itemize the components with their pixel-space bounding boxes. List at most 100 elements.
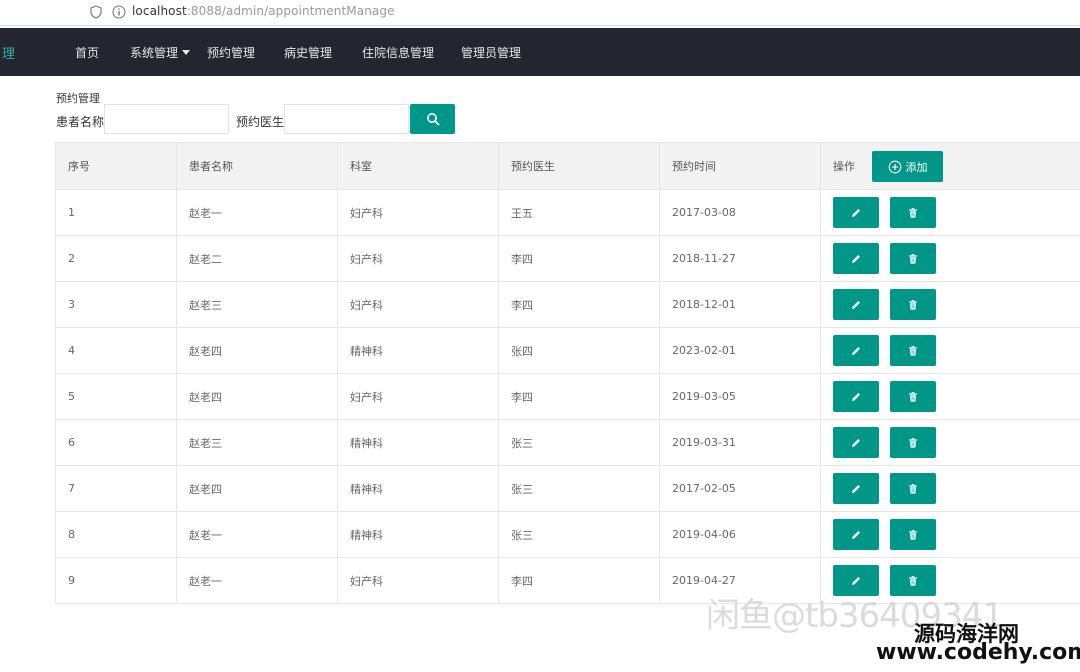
- cell-time: 2018-12-01: [659, 281, 821, 328]
- cell-doctor: 李四: [498, 235, 660, 282]
- cell-department: 精神科: [337, 327, 499, 374]
- nav-item-admin[interactable]: 管理员管理: [461, 44, 521, 61]
- edit-button[interactable]: [833, 243, 879, 274]
- caret-down-icon: [182, 50, 191, 55]
- delete-button[interactable]: [890, 381, 936, 412]
- cell-index: 7: [55, 465, 177, 512]
- delete-button[interactable]: [890, 427, 936, 458]
- table-body: 1 赵老一 妇产科 王五 2017-03-08 2 赵老二 妇产科 李四 2018-11-27 3 赵…: [55, 189, 1080, 604]
- cell-patient: 赵老一: [176, 557, 338, 604]
- cell-operations: [820, 373, 1080, 420]
- trash-icon: [909, 437, 917, 448]
- cell-doctor: 王五: [498, 189, 660, 236]
- pencil-icon: [852, 300, 860, 309]
- cell-doctor: 李四: [498, 281, 660, 328]
- cell-time: 2023-02-01: [659, 327, 821, 374]
- cell-index: 4: [55, 327, 177, 374]
- delete-button[interactable]: [890, 473, 936, 504]
- cell-doctor: 张三: [498, 511, 660, 558]
- delete-button[interactable]: [890, 197, 936, 228]
- cell-operations: [820, 235, 1080, 282]
- shield-icon: [90, 5, 102, 19]
- header-operations: 操作 添加: [820, 142, 1080, 190]
- cell-doctor: 张四: [498, 327, 660, 374]
- trash-icon: [909, 391, 917, 402]
- cell-operations: [820, 511, 1080, 558]
- doctor-name-input[interactable]: [284, 104, 409, 134]
- header-operations-label: 操作: [833, 160, 855, 173]
- search-icon: [426, 113, 439, 126]
- patient-name-input[interactable]: [104, 104, 229, 134]
- cell-department: 精神科: [337, 465, 499, 512]
- patient-name-label: 患者名称: [56, 115, 105, 129]
- browser-url-bar[interactable]: localhost:8088/admin/appointmentManage: [0, 0, 1080, 26]
- delete-button[interactable]: [890, 289, 936, 320]
- cell-time: 2019-04-06: [659, 511, 821, 558]
- cell-patient: 赵老四: [176, 373, 338, 420]
- add-button-label: 添加: [905, 160, 928, 174]
- trash-icon: [909, 299, 917, 310]
- delete-button[interactable]: [890, 243, 936, 274]
- cell-index: 3: [55, 281, 177, 328]
- url-text[interactable]: localhost:8088/admin/appointmentManage: [132, 4, 395, 18]
- trash-icon: [909, 253, 917, 264]
- nav-item-system[interactable]: 系统管理: [130, 44, 191, 61]
- cell-department: 妇产科: [337, 235, 499, 282]
- table-row: 6 赵老三 精神科 张三 2019-03-31: [55, 419, 1080, 466]
- nav-item-home[interactable]: 首页: [75, 44, 99, 61]
- nav-item-system-label: 系统管理: [130, 46, 179, 60]
- edit-button[interactable]: [833, 335, 879, 366]
- search-button[interactable]: [410, 104, 455, 134]
- cell-patient: 赵老三: [176, 281, 338, 328]
- cell-department: 精神科: [337, 511, 499, 558]
- pencil-icon: [852, 438, 860, 447]
- cell-operations: [820, 465, 1080, 512]
- doctor-name-label: 预约医生: [236, 115, 285, 129]
- table-row: 2 赵老二 妇产科 李四 2018-11-27: [55, 235, 1080, 282]
- trash-icon: [909, 483, 917, 494]
- cell-department: 妇产科: [337, 557, 499, 604]
- appointment-table: 序号 患者名称 科室 预约医生 预约时间 操作 添加 1 赵老一 妇产科 王五 …: [55, 142, 1080, 604]
- cell-index: 2: [55, 235, 177, 282]
- edit-button[interactable]: [833, 289, 879, 320]
- table-row: 1 赵老一 妇产科 王五 2017-03-08: [55, 189, 1080, 236]
- watermark-site-url: www.codehy.com: [876, 640, 1080, 665]
- cell-patient: 赵老一: [176, 511, 338, 558]
- edit-button[interactable]: [833, 381, 879, 412]
- edit-button[interactable]: [833, 519, 879, 550]
- delete-button[interactable]: [890, 519, 936, 550]
- trash-icon: [909, 529, 917, 540]
- edit-button[interactable]: [833, 197, 879, 228]
- trash-icon: [909, 345, 917, 356]
- edit-button[interactable]: [833, 427, 879, 458]
- table-row: 7 赵老四 精神科 张三 2017-02-05: [55, 465, 1080, 512]
- cell-index: 6: [55, 419, 177, 466]
- cell-time: 2018-11-27: [659, 235, 821, 282]
- delete-button[interactable]: [890, 335, 936, 366]
- nav-item-appointment[interactable]: 预约管理: [207, 44, 255, 61]
- cell-doctor: 李四: [498, 373, 660, 420]
- pencil-icon: [852, 254, 860, 263]
- header-patient: 患者名称: [176, 142, 338, 190]
- header-time: 预约时间: [659, 142, 821, 190]
- cell-index: 1: [55, 189, 177, 236]
- cell-time: 2017-02-05: [659, 465, 821, 512]
- cell-department: 妇产科: [337, 189, 499, 236]
- edit-button[interactable]: [833, 473, 879, 504]
- pencil-icon: [852, 208, 860, 217]
- trash-icon: [909, 575, 917, 586]
- cell-patient: 赵老四: [176, 465, 338, 512]
- plus-circle-icon: [888, 160, 901, 173]
- header-index: 序号: [55, 142, 177, 190]
- pencil-icon: [852, 530, 860, 539]
- cell-time: 2019-03-05: [659, 373, 821, 420]
- nav-item-history[interactable]: 病史管理: [284, 44, 332, 61]
- cell-index: 9: [55, 557, 177, 604]
- nav-item-hospitalization[interactable]: 住院信息管理: [362, 44, 434, 61]
- cell-index: 5: [55, 373, 177, 420]
- pencil-icon: [852, 484, 860, 493]
- add-button[interactable]: 添加: [872, 151, 943, 182]
- pencil-icon: [852, 392, 860, 401]
- trash-icon: [909, 207, 917, 218]
- cell-department: 妇产科: [337, 281, 499, 328]
